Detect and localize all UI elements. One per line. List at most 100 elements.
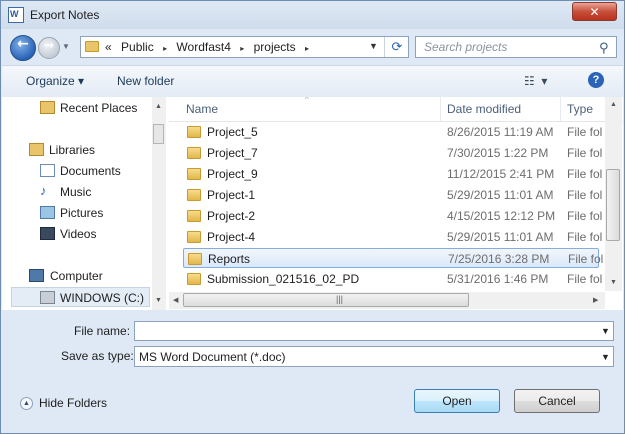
file-list-horizontal-scrollbar[interactable]: ◀ ||| ▶: [169, 292, 605, 309]
music-icon: ♪: [40, 183, 47, 198]
save-options-panel: File name: ▼ Save as type: MS Word Docum…: [2, 310, 623, 433]
file-type: File fol: [567, 167, 603, 181]
sidebar-item-libraries[interactable]: Libraries: [2, 140, 150, 160]
cancel-button[interactable]: Cancel: [514, 389, 600, 413]
address-bar[interactable]: « Public ▸ Wordfast4 ▸ projects ▸ ▼ ⟳: [80, 36, 409, 58]
chevron-down-icon[interactable]: ▼: [601, 352, 610, 362]
sort-ascending-icon: ^: [305, 97, 309, 104]
file-row[interactable]: Project-2 4/15/2015 12:12 PM File fol: [183, 206, 602, 226]
scroll-left-icon[interactable]: ◀: [173, 296, 178, 304]
breadcrumb-separator[interactable]: ▸: [305, 44, 309, 53]
file-list-vertical-scrollbar[interactable]: ▲ ▼: [605, 97, 622, 291]
scroll-right-icon[interactable]: ▶: [593, 296, 598, 304]
sidebar-item-label: Pictures: [60, 206, 104, 220]
file-row[interactable]: Submission_021516_02_PD 5/31/2016 1:46 P…: [183, 269, 602, 289]
change-view-button[interactable]: ☷ ▾: [524, 74, 547, 88]
videos-icon: [40, 227, 55, 240]
file-row[interactable]: Project-4 5/29/2015 11:01 AM File fol: [183, 227, 602, 247]
folder-icon: [85, 41, 99, 52]
file-date: 8/26/2015 11:19 AM: [447, 125, 554, 139]
forward-button[interactable]: →: [38, 37, 60, 59]
file-row[interactable]: Project-1 5/29/2015 11:01 AM File fol: [183, 185, 602, 205]
folder-icon: [187, 189, 201, 201]
file-row[interactable]: Project_7 7/30/2015 1:22 PM File fol: [183, 143, 602, 163]
breadcrumb-separator[interactable]: ▸: [240, 44, 244, 53]
sidebar-item-windows-c[interactable]: WINDOWS (C:): [11, 287, 150, 307]
file-name: Project_9: [207, 167, 258, 181]
title-bar: W Export Notes ✕: [1, 1, 624, 29]
chevron-down-icon[interactable]: ▼: [601, 326, 610, 336]
recent-places-icon: [40, 101, 55, 114]
sidebar-item-computer[interactable]: Computer: [2, 266, 150, 286]
column-header: ^ Name Date modified Type: [169, 97, 623, 122]
column-type[interactable]: Type: [567, 102, 593, 116]
save-as-type-select[interactable]: MS Word Document (*.doc) ▼: [134, 346, 614, 367]
column-date-modified[interactable]: Date modified: [447, 102, 521, 116]
sidebar-item-label: Libraries: [49, 143, 96, 157]
organize-button[interactable]: Organize ▾: [26, 74, 84, 88]
breadcrumb-separator[interactable]: ▸: [163, 44, 167, 53]
export-notes-dialog: W Export Notes ✕ ← → ▼ « Public ▸ Wordfa…: [0, 0, 625, 434]
folder-icon: [187, 210, 201, 222]
sidebar-item-label: WINDOWS (C:): [60, 291, 144, 305]
sidebar-item-label: Videos: [60, 227, 97, 241]
sidebar-item-documents[interactable]: Documents: [2, 161, 150, 181]
column-name[interactable]: Name: [186, 102, 218, 116]
sidebar-item-music[interactable]: ♪ Music: [2, 182, 150, 202]
sidebar-item-recent-places[interactable]: Recent Places: [2, 98, 150, 118]
close-button[interactable]: ✕: [572, 2, 617, 21]
documents-icon: [40, 164, 55, 177]
refresh-icon[interactable]: ⟳: [384, 37, 409, 57]
scroll-down-icon[interactable]: ▼: [155, 297, 162, 304]
open-button[interactable]: Open: [414, 389, 500, 413]
breadcrumb-wordfast4[interactable]: Wordfast4: [176, 40, 230, 54]
file-name: Project_5: [207, 125, 258, 139]
folder-icon: [187, 168, 201, 180]
sidebar-item-label: Music: [60, 185, 92, 199]
folder-icon: [187, 231, 201, 243]
folder-icon: [187, 273, 201, 285]
chevron-up-icon: ▲: [20, 397, 33, 411]
scrollbar-thumb[interactable]: [606, 169, 620, 241]
folder-icon: [187, 147, 201, 159]
breadcrumb-overflow[interactable]: «: [105, 40, 112, 54]
recent-locations-dropdown[interactable]: ▼: [62, 42, 70, 51]
file-name: Project-4: [207, 230, 256, 244]
breadcrumb: « Public ▸ Wordfast4 ▸ projects ▸: [105, 40, 315, 54]
libraries-icon: [29, 143, 44, 156]
file-row[interactable]: Project_5 8/26/2015 11:19 AM File fol: [183, 122, 602, 142]
search-placeholder: Search projects: [424, 40, 508, 54]
help-icon[interactable]: ?: [588, 72, 604, 88]
command-toolbar: Organize ▾ New folder ☷ ▾ ?: [2, 65, 623, 98]
scroll-down-icon[interactable]: ▼: [610, 279, 617, 286]
back-button[interactable]: ←: [10, 35, 36, 61]
hide-folders-button[interactable]: ▲ Hide Folders: [20, 396, 107, 411]
scrollbar-thumb[interactable]: |||: [183, 293, 469, 307]
navigation-scrollbar[interactable]: ▲ ▼: [152, 97, 166, 310]
breadcrumb-public[interactable]: Public: [121, 40, 154, 54]
address-dropdown-icon[interactable]: ▼: [369, 41, 378, 51]
wordfast-icon: W: [8, 7, 24, 23]
search-icon[interactable]: ⚲: [599, 40, 609, 56]
file-name-field[interactable]: ▼: [134, 321, 614, 341]
sidebar-item-label: Documents: [60, 164, 121, 178]
file-type: File fol: [568, 252, 604, 266]
scrollbar-thumb[interactable]: [153, 124, 164, 144]
file-date: 4/15/2015 12:12 PM: [447, 209, 556, 223]
search-input[interactable]: Search projects ⚲: [415, 36, 617, 58]
file-date: 7/25/2016 3:28 PM: [448, 252, 550, 266]
file-row[interactable]: Project_9 11/12/2015 2:41 PM File fol: [183, 164, 603, 184]
column-divider[interactable]: [560, 97, 561, 121]
file-date: 11/12/2015 2:41 PM: [447, 167, 555, 181]
column-divider[interactable]: [440, 97, 441, 121]
file-row-selected[interactable]: Reports 7/25/2016 3:28 PM File fol: [183, 248, 603, 268]
new-folder-button[interactable]: New folder: [117, 74, 174, 88]
file-date: 5/29/2015 11:01 AM: [447, 230, 554, 244]
save-as-type-value: MS Word Document (*.doc): [139, 350, 286, 364]
file-date: 5/31/2016 1:46 PM: [447, 272, 549, 286]
breadcrumb-projects[interactable]: projects: [254, 40, 296, 54]
scroll-up-icon[interactable]: ▲: [155, 103, 162, 110]
sidebar-item-pictures[interactable]: Pictures: [2, 203, 150, 223]
scroll-up-icon[interactable]: ▲: [610, 101, 617, 108]
sidebar-item-videos[interactable]: Videos: [2, 224, 150, 244]
